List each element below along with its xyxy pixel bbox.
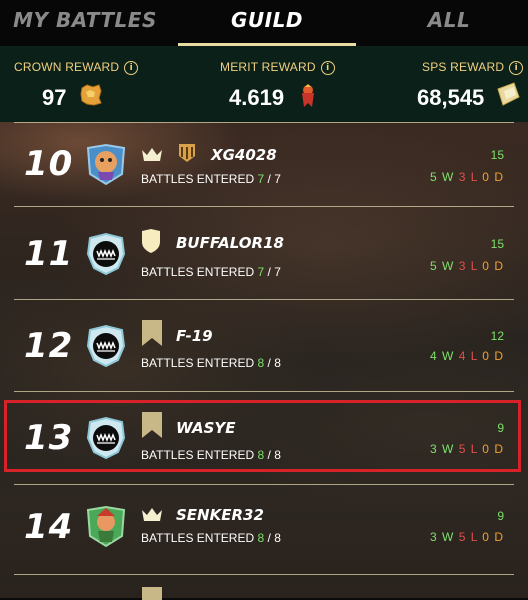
player-avatar	[86, 232, 126, 276]
player-name[interactable]: BUFFALOR18	[176, 234, 284, 252]
win-loss-draw: 5 W 3 L 0 D	[429, 259, 504, 273]
score-value: 9	[497, 509, 504, 523]
bookmark-icon	[142, 320, 162, 346]
win-loss-draw: 5 W 3 L 0 D	[429, 170, 504, 184]
win-loss-draw: 3 W 5 L 0 D	[429, 530, 504, 544]
merit-reward-value: 4.619	[229, 85, 285, 110]
row-separator	[14, 484, 514, 485]
leaderboard-row[interactable]: 10 XG4028 BATTLES ENTERED 7 / 7 15 5 W 3…	[0, 124, 528, 216]
sps-token-icon	[497, 82, 520, 106]
score-value: 12	[490, 329, 504, 343]
shield-icon	[142, 229, 160, 253]
leaderboard-row[interactable]: 14 SENKER32 BATTLES ENTERED 8 / 8 9 3 W …	[0, 486, 528, 578]
row-separator	[14, 299, 514, 300]
player-avatar	[86, 324, 126, 368]
leaderboard-row[interactable]: 12 F-19 BATTLES ENTERED 8 / 8 12 4 W 4 L…	[0, 301, 528, 393]
tab-my-battles[interactable]: MY BATTLES	[0, 6, 170, 46]
row-separator	[14, 391, 514, 392]
player-name[interactable]: F-19	[176, 327, 213, 345]
merit-reward-info-icon[interactable]: i	[320, 61, 335, 75]
rewards-panel: CROWN REWARD i 97 MERIT REWARD i 4.619 SPS…	[0, 46, 528, 122]
merit-reward-label: MERIT REWARD i	[220, 60, 335, 75]
score-value: 15	[490, 148, 504, 162]
crown-reward-value: 97	[42, 85, 67, 110]
crown-icon	[142, 508, 162, 521]
merit-icon	[302, 84, 314, 107]
guild-banner-icon	[179, 144, 195, 162]
row-separator	[14, 206, 514, 207]
battles-entered: BATTLES ENTERED 8 / 8	[141, 531, 281, 545]
player-name[interactable]: SENKER32	[176, 506, 264, 524]
player-avatar	[86, 505, 126, 548]
score-value: 15	[490, 237, 504, 251]
player-name[interactable]: XG4028	[211, 146, 277, 164]
tab-guild[interactable]: GUILD	[178, 6, 356, 46]
battles-entered: BATTLES ENTERED 7 / 7	[141, 265, 281, 279]
win-loss-draw: 4 W 4 L 0 D	[429, 349, 504, 363]
sps-reward-label: SPS REWARD i	[422, 60, 524, 75]
rank-number: 12	[24, 326, 74, 366]
sps-reward-value: 68,545	[417, 85, 485, 110]
rank-number: 14	[24, 507, 74, 547]
row-separator	[14, 122, 514, 123]
tab-bar: MY BATTLES GUILD ALL	[0, 0, 528, 46]
row-separator	[14, 574, 514, 575]
leaderboard-row[interactable]: 11 BUFFALOR18 BATTLES ENTERED 7 / 7 15 5…	[0, 208, 528, 300]
crown-icon	[142, 148, 162, 161]
crown-reward-info-icon[interactable]: i	[124, 61, 139, 75]
player-avatar	[86, 143, 126, 186]
tab-all[interactable]: ALL	[370, 6, 528, 46]
crown-reward-label: CROWN REWARD i	[14, 60, 139, 75]
rank-number: 10	[24, 144, 74, 184]
battles-entered: BATTLES ENTERED 8 / 8	[141, 356, 281, 370]
crown-token-icon	[80, 84, 102, 106]
sps-reward-info-icon[interactable]: i	[509, 61, 524, 75]
rank-number: 11	[24, 234, 74, 274]
highlighted-row-outline	[4, 400, 521, 472]
battles-entered: BATTLES ENTERED 7 / 7	[141, 172, 281, 186]
